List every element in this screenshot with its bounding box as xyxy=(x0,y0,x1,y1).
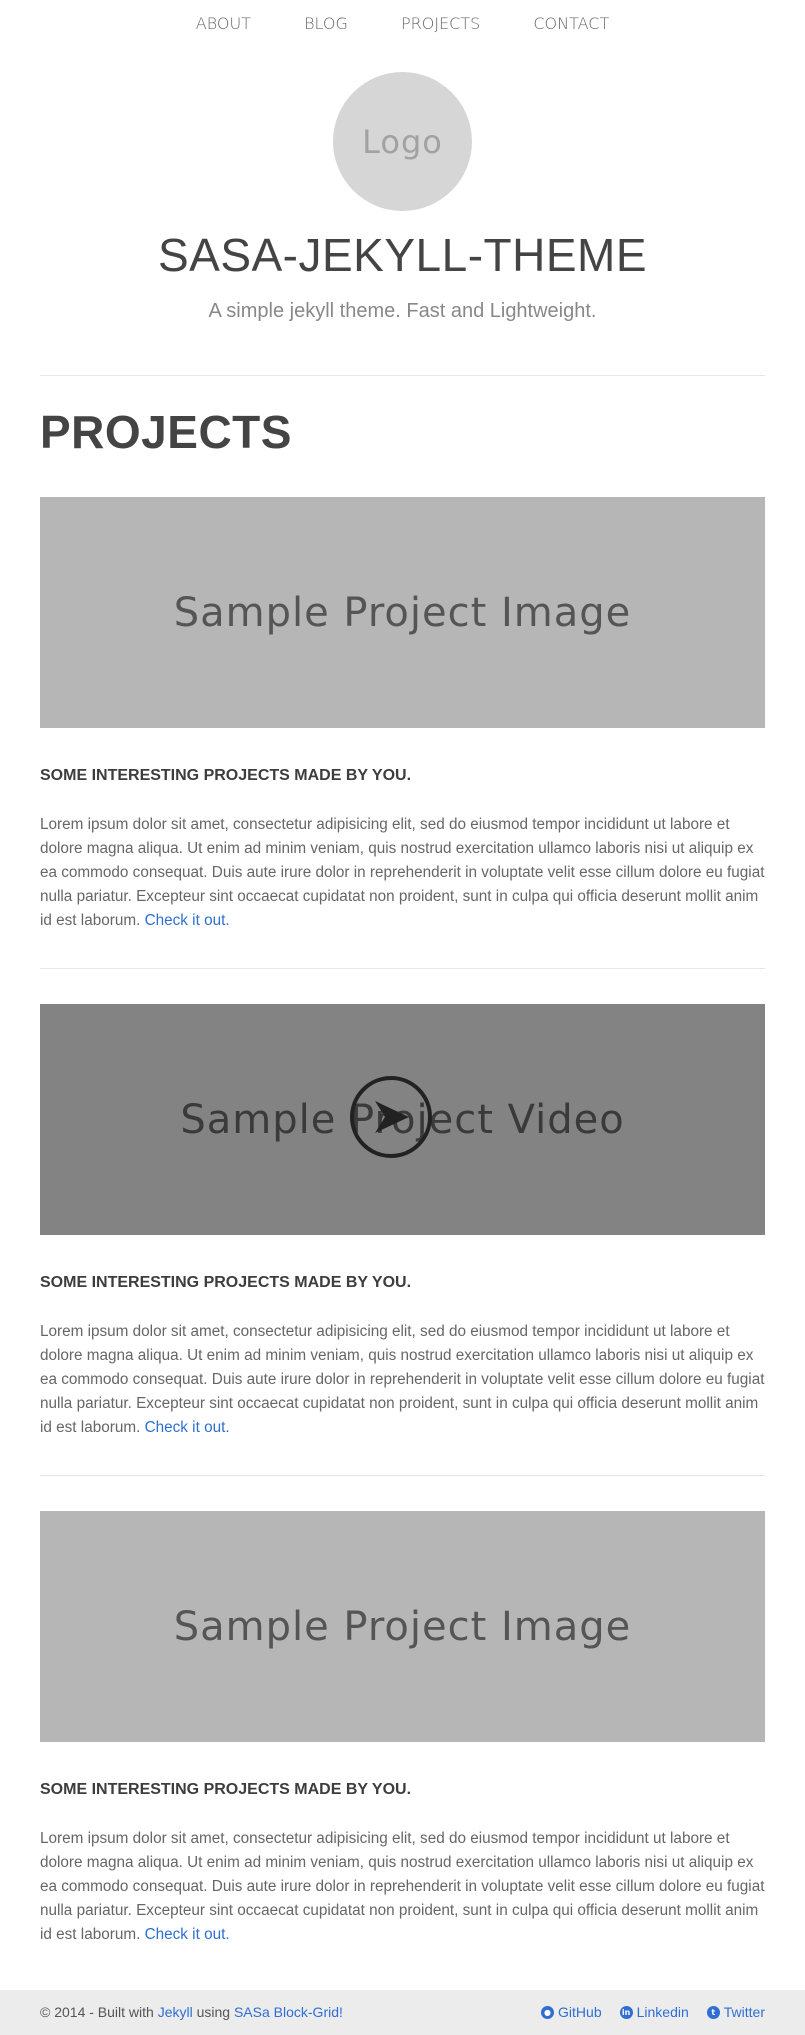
twitter-link[interactable]: t Twitter xyxy=(706,2004,765,2020)
github-icon: ● xyxy=(541,2005,555,2019)
project-image: Sample Project Image xyxy=(40,497,765,728)
github-label: GitHub xyxy=(558,2004,602,2020)
block-grid-link[interactable]: SASa Block-Grid! xyxy=(234,2004,343,2020)
site-description: A simple jekyll theme. Fast and Lightwei… xyxy=(208,300,597,322)
project-title: SOME INTERESTING PROJECTS MADE BY YOU. xyxy=(40,1781,412,1798)
play-arrow-icon xyxy=(375,1101,409,1133)
project-link[interactable]: Check it out. xyxy=(145,1926,230,1943)
project-description: Lorem ipsum dolor sit amet, consectetur … xyxy=(40,1827,768,1947)
project-divider xyxy=(40,968,765,969)
project-image: Sample Project Image xyxy=(40,1511,765,1742)
project-title: SOME INTERESTING PROJECTS MADE BY YOU. xyxy=(40,1274,412,1291)
project-image-label: Sample Project Image xyxy=(173,589,632,636)
nav-link-about[interactable]: ABOUT xyxy=(196,14,251,33)
linkedin-link[interactable]: in Linkedin xyxy=(619,2004,689,2020)
github-link[interactable]: ● GitHub xyxy=(541,2004,602,2020)
nav-link-projects[interactable]: PROJECTS xyxy=(401,14,480,33)
site-footer: © 2014 - Built with Jekyll using SASa Bl… xyxy=(0,1990,805,2035)
footer-copyright: © 2014 - Built with xyxy=(40,2004,158,2020)
page-title: PROJECTS xyxy=(40,406,292,458)
project-description: Lorem ipsum dolor sit amet, consectetur … xyxy=(40,1320,768,1440)
footer-using-text: using xyxy=(192,2004,234,2020)
linkedin-label: Linkedin xyxy=(636,2004,689,2020)
footer-credits: © 2014 - Built with Jekyll using SASa Bl… xyxy=(40,2004,343,2020)
nav-link-contact[interactable]: CONTACT xyxy=(533,14,609,33)
play-icon[interactable] xyxy=(350,1076,432,1158)
twitter-label: Twitter xyxy=(723,2004,765,2020)
project-link[interactable]: Check it out. xyxy=(145,1419,230,1436)
site-title: SASA-JEKYLL-THEME xyxy=(157,229,648,281)
project-description: Lorem ipsum dolor sit amet, consectetur … xyxy=(40,813,768,933)
logo-text: Logo xyxy=(362,122,443,161)
project-title: SOME INTERESTING PROJECTS MADE BY YOU. xyxy=(40,767,412,784)
header-divider xyxy=(40,375,765,376)
twitter-icon: t xyxy=(706,2005,720,2019)
social-links: ● GitHub in Linkedin t Twitter xyxy=(541,2004,765,2020)
project-link[interactable]: Check it out. xyxy=(145,912,230,929)
top-nav: ABOUT BLOG PROJECTS CONTACT xyxy=(0,14,805,33)
linkedin-icon: in xyxy=(619,2005,633,2019)
site-logo[interactable]: Logo xyxy=(333,72,472,211)
jekyll-link[interactable]: Jekyll xyxy=(158,2004,193,2020)
project-image-label: Sample Project Image xyxy=(173,1603,632,1650)
project-video[interactable]: Sample Project Video xyxy=(40,1004,765,1235)
nav-link-blog[interactable]: BLOG xyxy=(304,14,348,33)
project-divider xyxy=(40,1475,765,1476)
